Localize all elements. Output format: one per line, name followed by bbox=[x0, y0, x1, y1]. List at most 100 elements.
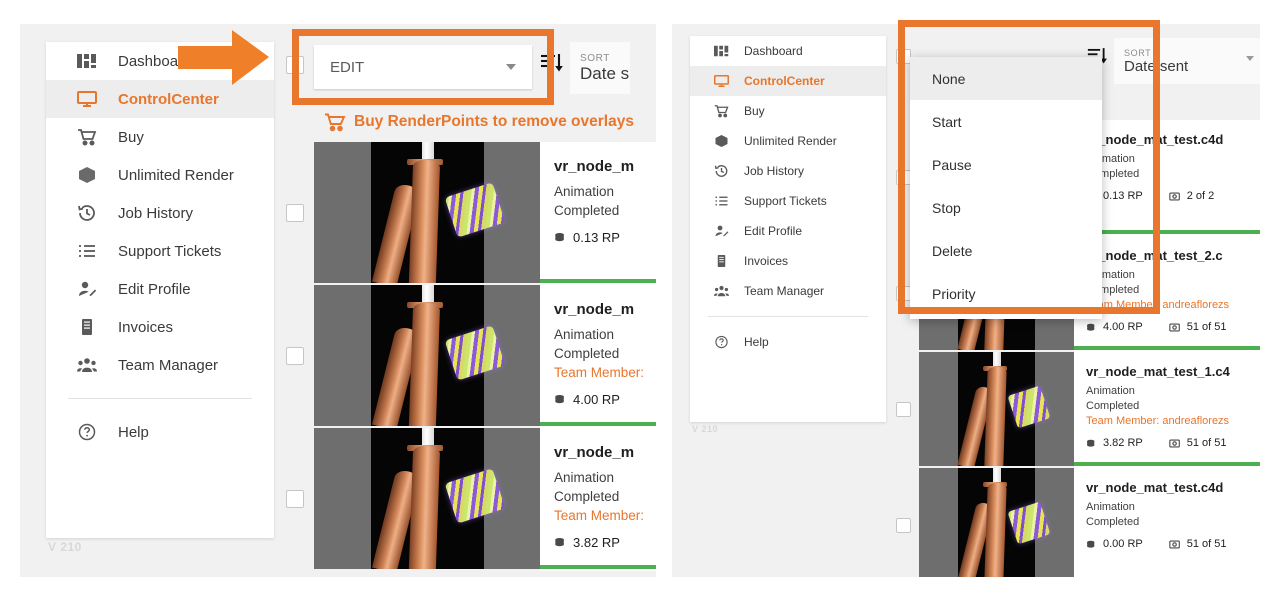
job-checkbox[interactable] bbox=[286, 204, 304, 222]
job-row[interactable]: vr_node_m Animation Completed 0.13 RP bbox=[274, 142, 656, 285]
coins-icon bbox=[554, 536, 567, 549]
sidebar-item-label: Job History bbox=[744, 164, 805, 178]
job-status: Completed bbox=[1086, 168, 1140, 180]
job-checkbox[interactable] bbox=[286, 490, 304, 508]
sidebar-item-help[interactable]: Help bbox=[690, 327, 886, 357]
sidebar-item-unlimited-render[interactable]: Unlimited Render bbox=[690, 126, 886, 156]
job-renderpoints: 3.82 RP bbox=[554, 535, 620, 550]
sidebar-item-buy[interactable]: Buy bbox=[46, 118, 274, 156]
list-icon bbox=[72, 241, 102, 261]
context-menu-item-pause[interactable]: Pause bbox=[910, 143, 1102, 186]
chevron-down-icon bbox=[1246, 56, 1254, 61]
monitor-icon bbox=[710, 73, 732, 89]
job-status: Completed bbox=[554, 203, 620, 218]
job-checkbox[interactable] bbox=[896, 518, 911, 533]
job-renderpoints: 0.00 RP bbox=[1086, 538, 1143, 550]
sort-value: Date sent bbox=[1124, 57, 1189, 75]
job-rp-value: 4.00 RP bbox=[573, 392, 620, 407]
job-type: Animation bbox=[1086, 385, 1135, 397]
sort-label: SORT bbox=[1124, 47, 1152, 58]
sidebar-item-support-tickets[interactable]: Support Tickets bbox=[690, 186, 886, 216]
sidebar-item-label: Team Manager bbox=[118, 356, 219, 374]
sidebar-item-edit-profile[interactable]: Edit Profile bbox=[46, 270, 274, 308]
sidebar-item-team-manager[interactable]: Team Manager bbox=[46, 346, 274, 384]
content-left: EDIT SORT Date s Buy RenderPoints to rem… bbox=[274, 24, 656, 577]
job-rp-value: 3.82 RP bbox=[573, 535, 620, 550]
job-stats: 0.00 RP 51 of 51 bbox=[1086, 538, 1260, 550]
job-checkbox[interactable] bbox=[286, 347, 304, 365]
select-all-checkbox[interactable] bbox=[286, 56, 304, 74]
job-checkbox[interactable] bbox=[896, 402, 911, 417]
job-title: vr_node_mat_test.c4d bbox=[1086, 480, 1224, 495]
job-title: vr_node_m bbox=[554, 158, 635, 175]
job-rp-value: 0.13 RP bbox=[1103, 190, 1143, 202]
job-row[interactable]: vr_node_mat_test.c4d Animation Completed bbox=[886, 468, 1260, 577]
job-progress-bar bbox=[1074, 346, 1260, 350]
buy-banner-text: Buy RenderPoints to remove overlays bbox=[354, 113, 634, 130]
sidebar-item-dashboard[interactable]: Dashboard bbox=[690, 36, 886, 66]
job-renderpoints: 4.00 RP bbox=[554, 392, 620, 407]
invoice-icon bbox=[710, 253, 732, 269]
sidebar-item-job-history[interactable]: Job History bbox=[690, 156, 886, 186]
sidebar-item-buy[interactable]: Buy bbox=[690, 96, 886, 126]
job-title: vr_node_mat_test_2.c bbox=[1086, 248, 1223, 263]
job-team-member: Team Member: andreaflorezs bbox=[1086, 299, 1230, 311]
select-all-checkbox[interactable] bbox=[896, 49, 911, 64]
context-menu-item-start[interactable]: Start bbox=[910, 100, 1102, 143]
job-type: Animation bbox=[1086, 153, 1135, 165]
sidebar-item-controlcenter[interactable]: ControlCenter bbox=[690, 66, 886, 96]
context-menu-item-none[interactable]: None bbox=[910, 57, 1102, 100]
sidebar-nav-secondary: Help bbox=[690, 327, 886, 357]
job-frames-value: 51 of 51 bbox=[1186, 538, 1227, 550]
job-status: Completed bbox=[554, 346, 620, 361]
job-progress-bar bbox=[540, 422, 656, 426]
context-menu-item-delete[interactable]: Delete bbox=[910, 229, 1102, 272]
job-stats: 3.82 RP 51 of 51 bbox=[1086, 437, 1260, 449]
sidebar-item-label: Edit Profile bbox=[118, 280, 191, 298]
sort-dropdown-right[interactable]: SORT Date sent bbox=[1114, 38, 1260, 84]
sidebar-item-invoices[interactable]: Invoices bbox=[46, 308, 274, 346]
job-info: vr_node_m Animation Completed Team Membe… bbox=[540, 428, 656, 571]
job-progress-bar bbox=[540, 565, 656, 569]
version-label: V 210 bbox=[692, 424, 719, 434]
job-title: vr_node_m bbox=[554, 444, 635, 461]
job-type: Animation bbox=[554, 184, 615, 199]
history-icon bbox=[710, 163, 732, 179]
coins-icon bbox=[1086, 438, 1097, 449]
sidebar-item-label: Job History bbox=[118, 204, 194, 222]
orange-right-arrow-icon bbox=[178, 28, 270, 88]
coins-icon bbox=[554, 393, 567, 406]
sidebar-item-unlimited-render[interactable]: Unlimited Render bbox=[46, 156, 274, 194]
job-frames-value: 2 of 2 bbox=[1186, 190, 1215, 202]
buy-renderpoints-banner[interactable]: Buy RenderPoints to remove overlays bbox=[324, 112, 634, 132]
job-row[interactable]: vr_node_mat_test_1.c4 Animation Complete… bbox=[886, 352, 1260, 468]
sidebar-item-edit-profile[interactable]: Edit Profile bbox=[690, 216, 886, 246]
sidebar-item-invoices[interactable]: Invoices bbox=[690, 246, 886, 276]
job-checkbox[interactable] bbox=[896, 286, 911, 301]
sort-label: SORT bbox=[580, 52, 610, 64]
job-stats: 4.00 RP bbox=[554, 392, 656, 407]
sidebar-item-job-history[interactable]: Job History bbox=[46, 194, 274, 232]
sidebar-item-team-manager[interactable]: Team Manager bbox=[690, 276, 886, 306]
job-frames-value: 51 of 51 bbox=[1186, 437, 1227, 449]
coins-icon bbox=[1086, 322, 1097, 333]
screenshot-stage: Dashboard ControlCenter Buy Unlimited Re… bbox=[0, 0, 1280, 594]
context-menu[interactable]: None Start Pause Stop Delete Priority bbox=[910, 57, 1102, 319]
sidebar-item-help[interactable]: Help bbox=[46, 413, 274, 451]
job-checkbox[interactable] bbox=[896, 170, 911, 185]
job-team-member: Team Member: bbox=[554, 508, 645, 523]
team-icon bbox=[72, 355, 102, 375]
job-row[interactable]: vr_node_m Animation Completed Team Membe… bbox=[274, 285, 656, 428]
app-panel-right: Dashboard ControlCenter Buy Unlimited Re… bbox=[672, 24, 1260, 577]
sidebar-item-label: Support Tickets bbox=[744, 194, 827, 208]
sort-descending-icon[interactable] bbox=[540, 52, 564, 74]
coins-icon bbox=[1086, 539, 1097, 550]
context-menu-item-priority[interactable]: Priority bbox=[910, 272, 1102, 315]
context-menu-item-stop[interactable]: Stop bbox=[910, 186, 1102, 229]
job-info: vr_node_mat_test_1.c4 Animation Complete… bbox=[1074, 352, 1260, 468]
job-type: Animation bbox=[554, 327, 615, 342]
edit-dropdown[interactable]: EDIT bbox=[314, 45, 532, 89]
sort-dropdown-left[interactable]: SORT Date s bbox=[570, 42, 630, 94]
sidebar-item-support-tickets[interactable]: Support Tickets bbox=[46, 232, 274, 270]
job-row[interactable]: vr_node_m Animation Completed Team Membe… bbox=[274, 428, 656, 571]
